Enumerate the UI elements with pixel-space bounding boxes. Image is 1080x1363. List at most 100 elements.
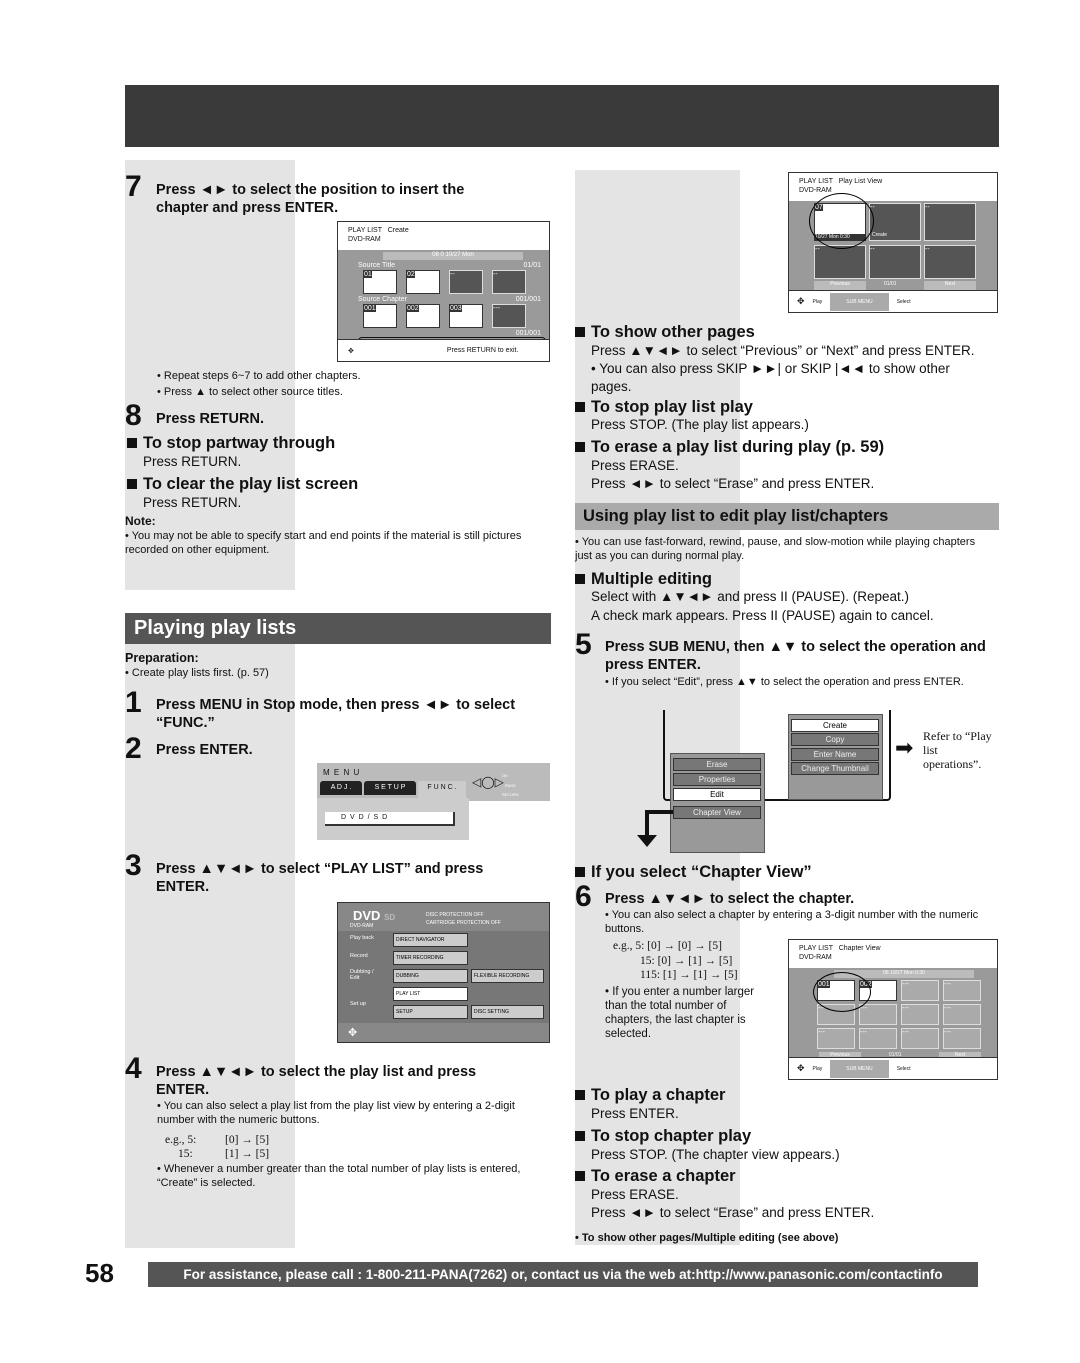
play-list-button[interactable]: PLAY LIST	[393, 987, 468, 1001]
menu-item-dvd-sd[interactable]: D V D / S D	[325, 812, 455, 826]
thumb-label: 02	[407, 271, 415, 278]
tab-adj[interactable]: A D J .	[320, 781, 362, 795]
edit-option[interactable]: Edit	[673, 788, 761, 801]
section-title: Playing play lists	[125, 613, 551, 644]
thumb-label: ---	[493, 305, 500, 312]
step-3: Press ▲▼◄► to select “PLAY LIST” and pre…	[156, 861, 484, 895]
screen-mode: Chapter View	[838, 945, 881, 952]
flexible-recording-button[interactable]: FLEXIBLE RECORDING	[471, 969, 544, 983]
arrow-down-icon	[637, 835, 657, 847]
text: Press ◄► to select “Erase” and press ENT…	[591, 476, 875, 491]
page-indicator: 01/01	[884, 281, 897, 287]
text: Press STOP. (The play list appears.)	[591, 417, 809, 432]
step-7: Press ◄► to select the position to inser…	[156, 182, 465, 216]
example: [0] → [5]	[225, 1134, 270, 1146]
category: Set up	[350, 1001, 366, 1007]
note: • You may not be able to specify start a…	[125, 530, 522, 556]
subheading: To stop play list play	[575, 397, 753, 417]
thumb-label: 01	[364, 271, 372, 278]
note-label: Note:	[125, 514, 156, 528]
copy-option[interactable]: Copy	[791, 733, 879, 746]
disc-type: DVD-RAM	[350, 923, 374, 929]
screen-title: PLAY LIST	[799, 178, 833, 185]
step-number: 7	[125, 170, 142, 203]
subheading: To erase a chapter	[575, 1166, 736, 1186]
chapter-thumb[interactable]: ---	[901, 980, 939, 1001]
properties-option[interactable]: Properties	[673, 773, 761, 786]
chapter-thumb[interactable]: ---	[859, 1004, 897, 1025]
menu-item-label: D V D / S D	[341, 814, 389, 821]
dpad-icon: ✥	[797, 1063, 805, 1073]
info-bar: 08 0 10/27 Mon	[383, 252, 523, 260]
chapter-thumb[interactable]: ---	[817, 1028, 855, 1049]
key-label: PAGE	[505, 783, 516, 788]
text: A check mark appears. Press II (PAUSE) a…	[591, 608, 934, 623]
disc-type: DVD-RAM	[348, 236, 381, 243]
previous-button[interactable]: Previous	[814, 281, 866, 290]
page-indicator: 001/001	[515, 296, 541, 303]
step-1: Press MENU in Stop mode, then press ◄► t…	[156, 697, 516, 731]
change-thumbnail-option[interactable]: Change Thumbnail	[791, 762, 879, 775]
enter-name-option[interactable]: Enter Name	[791, 748, 879, 761]
thumb-label: --	[450, 271, 455, 278]
example: [1] → [5]	[225, 1148, 270, 1160]
chapter-thumb[interactable]: ---	[943, 1004, 981, 1025]
chapter-thumb[interactable]: ---	[901, 1004, 939, 1025]
bullet: • Press ▲ to select other source titles.	[157, 386, 343, 398]
dubbing-button[interactable]: DUBBING	[393, 969, 468, 983]
chapter-thumb[interactable]: ---	[943, 1028, 981, 1049]
step-number: 8	[125, 399, 142, 432]
play-label: Play	[812, 1065, 823, 1072]
prep-text: • Create play lists first. (p. 57)	[125, 667, 269, 679]
tab-setup[interactable]: S E T U P	[364, 781, 416, 795]
section-title: Using play list to edit play list/chapte…	[575, 503, 999, 530]
step-4: Press ▲▼◄► to select the play list and p…	[156, 1064, 477, 1098]
arrow-right-icon: ➡	[895, 735, 914, 760]
chapter-thumb[interactable]: ---	[901, 1028, 939, 1049]
step-8: Press RETURN.	[156, 411, 264, 427]
chapter-view-option[interactable]: Chapter View	[673, 806, 761, 819]
step-number: 1	[125, 686, 142, 719]
bullet: • You can also select a play list from t…	[157, 1100, 515, 1126]
prep-label: Preparation:	[125, 651, 199, 665]
thumb-label: --	[815, 246, 820, 253]
thumb-label: ---	[902, 981, 909, 988]
thumb-label: 003	[450, 305, 462, 312]
bullet: • Whenever a number greater than the tot…	[157, 1163, 521, 1189]
tab-func[interactable]: F U N C .	[418, 781, 466, 798]
status: CARTRIDGE PROTECTION OFF	[426, 920, 501, 926]
screen-mode: Play List View	[838, 178, 883, 185]
subheading: To clear the play list screen	[127, 474, 358, 494]
key-label: RETURN	[502, 792, 519, 797]
create-option[interactable]: Create	[791, 719, 879, 732]
select-label: Select	[896, 298, 911, 305]
text: Press RETURN.	[143, 454, 242, 469]
subheading: Multiple editing	[575, 569, 712, 589]
page-number: 58	[85, 1258, 114, 1288]
chapter-thumb[interactable]: ---	[943, 980, 981, 1001]
disc-setting-button[interactable]: DISC SETTING	[471, 1005, 544, 1019]
sub-menu-label: SUB MENU	[830, 292, 889, 311]
text: Press ▲▼◄► to select “Previous” or “Next…	[591, 343, 975, 358]
step-number: 5	[575, 628, 592, 661]
direct-navigator-button[interactable]: DIRECT NAVIGATOR	[393, 933, 468, 947]
next-button[interactable]: Next	[924, 281, 976, 290]
chapter-thumb[interactable]: ---	[859, 1028, 897, 1049]
text: Press ERASE.	[591, 458, 679, 473]
dpad-icon: ✥	[348, 1027, 358, 1039]
erase-option[interactable]: Erase	[673, 758, 761, 771]
thumb-label: ---	[902, 1029, 909, 1036]
subheading: If you select “Chapter View”	[575, 862, 812, 882]
step-6: Press ▲▼◄► to select the chapter.	[605, 891, 855, 907]
thumb-label: ---	[944, 1029, 951, 1036]
step-2: Press ENTER.	[156, 742, 253, 758]
setup-button[interactable]: SETUP	[393, 1005, 468, 1019]
timer-recording-button[interactable]: TIMER RECORDING	[393, 951, 468, 965]
text: Press ERASE.	[591, 1187, 679, 1202]
screen-title: PLAY LIST	[348, 227, 382, 234]
example: 15:	[178, 1148, 193, 1160]
text: Select with ▲▼◄► and press II (PAUSE). (…	[591, 589, 910, 604]
chapter-view-screen: PLAY LIST Chapter View DVD-RAM 08 10/27 M…	[788, 939, 998, 1080]
create-label: Create	[872, 232, 888, 238]
bullet: • You can also select a chapter by enter…	[605, 909, 979, 935]
